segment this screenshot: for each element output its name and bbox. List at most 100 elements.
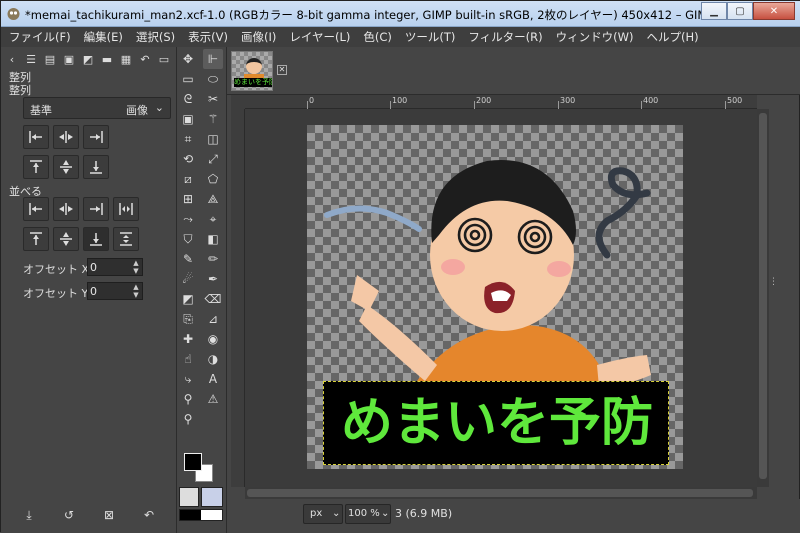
eraser-tool-icon[interactable]: ⌫ xyxy=(203,289,223,309)
menu-colors[interactable]: 色(C) xyxy=(363,29,392,45)
decrement-icon[interactable]: ▼ xyxy=(130,291,142,299)
delete-options-icon[interactable]: ⊠ xyxy=(101,508,117,524)
align-middle-vertical-button[interactable] xyxy=(53,155,79,179)
menu-tools[interactable]: ツール(T) xyxy=(405,29,456,45)
pencil-tool-icon[interactable]: ✏ xyxy=(203,249,223,269)
menu-filters[interactable]: フィルター(R) xyxy=(468,29,542,45)
save-options-icon[interactable]: ⤓ xyxy=(21,508,37,524)
distribute-bottom-button[interactable] xyxy=(83,227,109,251)
color-picker-tool-icon[interactable]: ⚲ xyxy=(178,389,198,409)
unified-transform-tool-icon[interactable]: ⊞ xyxy=(178,189,198,209)
distribute-top-button[interactable] xyxy=(23,227,49,251)
dock-menu-icon[interactable]: ‹ xyxy=(5,52,19,66)
undo-history-tab-icon[interactable]: ↶ xyxy=(138,52,152,66)
text-banner[interactable]: めまいを予防 xyxy=(323,381,669,465)
canvas-area[interactable]: めまいを予防 xyxy=(245,109,757,487)
free-select-tool-icon[interactable]: ᘓ xyxy=(178,89,198,109)
mypaint-brush-tool-icon[interactable]: ◩ xyxy=(178,289,198,309)
bucket-fill-tool-icon[interactable]: ⛉ xyxy=(178,229,198,249)
offset-y-input[interactable] xyxy=(90,284,130,298)
paths-tool-icon[interactable]: ⤷ xyxy=(178,369,198,389)
vertical-scroll-thumb[interactable] xyxy=(759,113,767,479)
paintbrush-tool-icon[interactable]: ✎ xyxy=(178,249,198,269)
offset-y-spinner[interactable]: ▲ ▼ xyxy=(87,282,143,300)
menu-view[interactable]: 表示(V) xyxy=(188,29,228,45)
gradient-swatch[interactable] xyxy=(179,509,223,521)
rotate-tool-icon[interactable]: ⟲ xyxy=(178,149,198,169)
offset-x-input[interactable] xyxy=(90,260,130,274)
scissors-select-tool-icon[interactable]: ✂ xyxy=(203,89,223,109)
increment-icon[interactable]: ▲ xyxy=(130,259,142,267)
fg-bg-colors[interactable] xyxy=(182,451,222,487)
warp-tool-icon[interactable]: ⤳ xyxy=(178,209,198,229)
dodge-burn-tool-icon[interactable]: ◑ xyxy=(203,349,223,369)
maximize-button[interactable]: ▢ xyxy=(727,2,753,20)
smudge-tool-icon[interactable]: ☝ xyxy=(178,349,198,369)
decrement-icon[interactable]: ▼ xyxy=(130,267,142,275)
align-right-edge-button[interactable] xyxy=(83,125,109,149)
shear-tool-icon[interactable]: ⧄ xyxy=(178,169,198,189)
align-bottom-edge-button[interactable] xyxy=(83,155,109,179)
menu-help[interactable]: ヘルプ(H) xyxy=(646,29,698,45)
close-image-icon[interactable]: ✕ xyxy=(277,65,287,75)
foreground-color-swatch[interactable] xyxy=(184,453,202,471)
channels-tab-icon[interactable]: ▣ xyxy=(62,52,76,66)
heal-tool-icon[interactable]: ✚ xyxy=(178,329,198,349)
image-thumbnail[interactable]: めまいを予防 xyxy=(231,51,273,91)
close-button[interactable]: ✕ xyxy=(753,2,795,20)
blur-tool-icon[interactable]: ◉ xyxy=(203,329,223,349)
vertical-scrollbar[interactable] xyxy=(757,109,769,487)
distribute-hcenter-button[interactable] xyxy=(53,197,79,221)
cage-transform-tool-icon[interactable]: ⟁ xyxy=(203,189,223,209)
menu-windows[interactable]: ウィンドウ(W) xyxy=(556,29,634,45)
horizontal-scroll-thumb[interactable] xyxy=(247,489,753,497)
paths-tab-icon[interactable]: ◩ xyxy=(81,52,95,66)
scale-tool-icon[interactable]: ⤢ xyxy=(203,149,223,169)
ellipse-select-tool-icon[interactable]: ⬭ xyxy=(203,69,223,89)
airbrush-tool-icon[interactable]: ☄ xyxy=(178,269,198,289)
zoom-tool-icon[interactable]: ⚲ xyxy=(178,409,198,429)
clone-tool-icon[interactable]: ⎘ xyxy=(178,309,198,329)
increment-icon[interactable]: ▲ xyxy=(130,283,142,291)
gradient-tool-icon[interactable]: ◧ xyxy=(203,229,223,249)
menu-edit[interactable]: 編集(E) xyxy=(84,29,123,45)
perspective-clone-tool-icon[interactable]: ⊿ xyxy=(203,309,223,329)
zoom-select[interactable]: 100 % ⌄ xyxy=(345,504,391,524)
layers-tab-icon[interactable]: ▤ xyxy=(43,52,57,66)
distribute-left-button[interactable] xyxy=(23,197,49,221)
distribute-vertical-gap-button[interactable] xyxy=(113,227,139,251)
horizontal-scrollbar[interactable] xyxy=(245,487,757,499)
offset-x-spinner[interactable]: ▲ ▼ xyxy=(87,258,143,276)
vertical-ruler[interactable] xyxy=(231,109,245,487)
distribute-horizontal-gap-button[interactable] xyxy=(113,197,139,221)
crop-tool-icon[interactable]: ⌗ xyxy=(178,129,198,149)
menu-select[interactable]: 選択(S) xyxy=(136,29,175,45)
rect-select-tool-icon[interactable]: ▭ xyxy=(178,69,198,89)
unit-select[interactable]: px ⌄ xyxy=(303,504,343,524)
brush-swatch[interactable] xyxy=(179,487,199,507)
align-tool-icon[interactable]: ⊩ xyxy=(203,49,223,69)
measure-tool-icon[interactable]: ⚠ xyxy=(203,389,223,409)
align-left-edge-button[interactable] xyxy=(23,125,49,149)
pattern-swatch[interactable] xyxy=(201,487,223,507)
brushes-tab-icon[interactable]: ▬ xyxy=(100,52,114,66)
restore-options-icon[interactable]: ↺ xyxy=(61,508,77,524)
image-canvas[interactable]: めまいを予防 xyxy=(307,125,683,469)
align-center-horizontal-button[interactable] xyxy=(53,125,79,149)
foreground-select-tool-icon[interactable]: ▣ xyxy=(178,109,198,129)
dock-drag-handle[interactable]: ⋮ xyxy=(769,277,778,293)
align-top-edge-button[interactable] xyxy=(23,155,49,179)
menu-file[interactable]: ファイル(F) xyxy=(9,29,71,45)
ruler-corner[interactable] xyxy=(231,95,245,109)
ink-tool-icon[interactable]: ✒ xyxy=(203,269,223,289)
relative-to-select[interactable]: 基準 画像 ⌄ xyxy=(23,97,171,119)
distribute-vcenter-button[interactable] xyxy=(53,227,79,251)
menu-layer[interactable]: レイヤー(L) xyxy=(289,29,350,45)
transform-tool-icon[interactable]: ◫ xyxy=(203,129,223,149)
move-tool-icon[interactable]: ✥ xyxy=(178,49,198,69)
fuzzy-select-tool-icon[interactable]: ⚚ xyxy=(203,109,223,129)
patterns-tab-icon[interactable]: ▦ xyxy=(119,52,133,66)
text-tool-icon[interactable]: A xyxy=(203,369,223,389)
perspective-tool-icon[interactable]: ⬠ xyxy=(203,169,223,189)
tool-options-tab-icon[interactable]: ☰ xyxy=(24,52,38,66)
